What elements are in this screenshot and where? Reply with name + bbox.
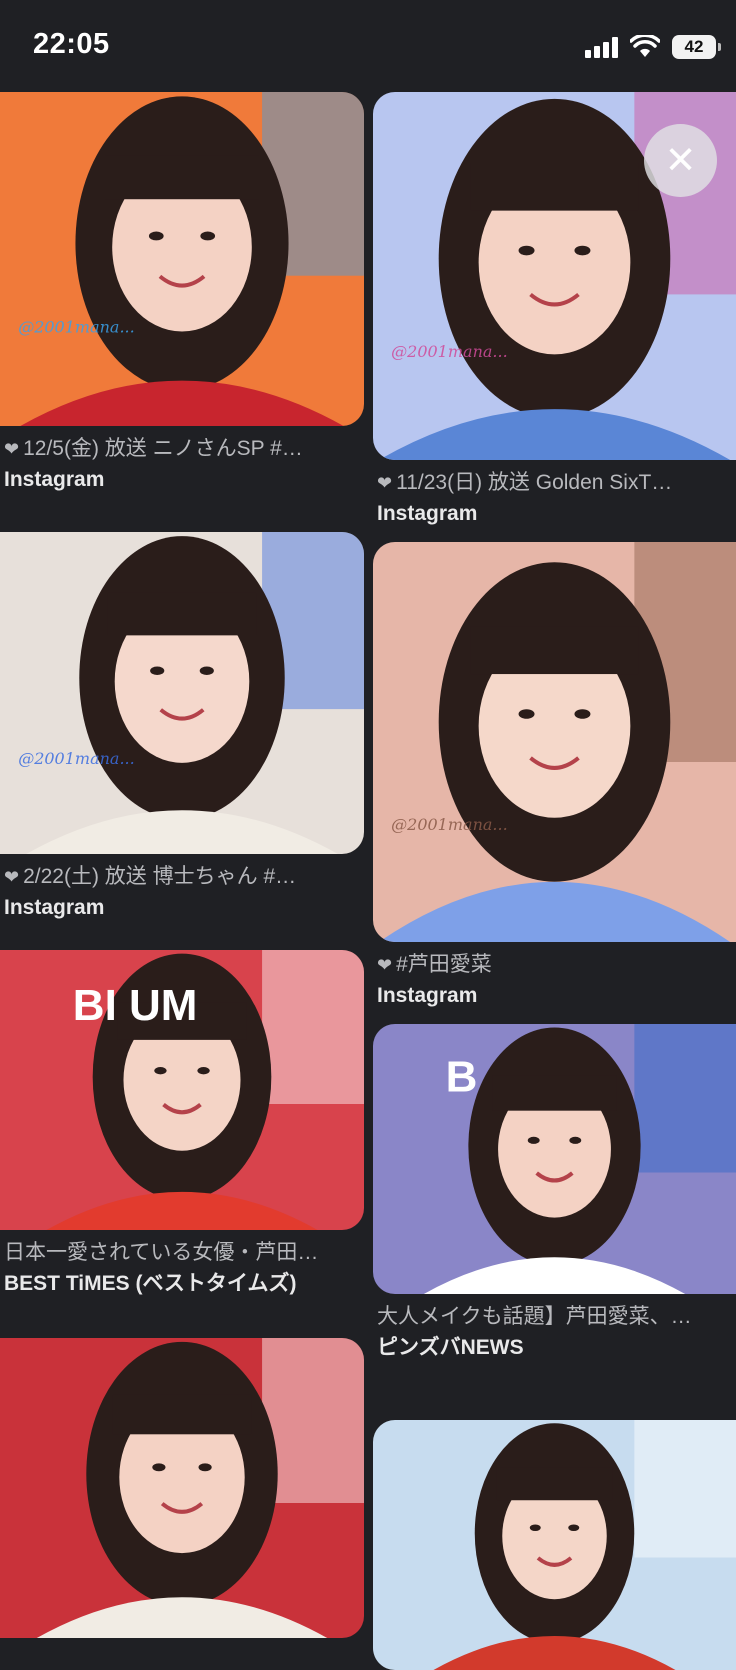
wifi-icon (630, 35, 660, 57)
bangs-shape (470, 626, 639, 675)
heart-icon: ❤ (377, 473, 393, 493)
bangs-shape (496, 1467, 613, 1501)
backdrop-shape (262, 950, 364, 1104)
eye-shape (199, 666, 214, 676)
bangs-shape (470, 162, 639, 211)
backdrop-shape (634, 1024, 736, 1173)
image-result-card[interactable]: @2001mana... ❤ 2/22(土) 放送 博士ちゃん #… Instag… (0, 532, 364, 950)
results-column-right: @2001mana... ❤ 11/23(日) 放送 Golden SixT… I… (373, 92, 736, 1670)
bangs-shape (107, 592, 257, 636)
eye-shape (568, 1524, 580, 1532)
result-source[interactable]: ピンズバNEWS (373, 1332, 736, 1364)
image-thumbnail[interactable]: @2001mana... (373, 542, 736, 942)
status-time: 22:05 (33, 28, 110, 60)
watermark-text: @2001mana... (18, 317, 135, 336)
eye-shape (197, 1066, 210, 1075)
backdrop-shape (634, 1420, 736, 1558)
eye-shape (148, 231, 164, 241)
image-result-card[interactable]: @2001mana... ❤ #芦田愛菜 Instagram (373, 542, 736, 1020)
eye-shape (152, 1463, 166, 1472)
eye-shape (150, 666, 165, 676)
eye-shape (569, 1136, 582, 1144)
results-column-left: @2001mana... ❤ 12/5(金) 放送 ニノさんSP #… Insta… (0, 92, 364, 1638)
eye-shape (529, 1524, 541, 1532)
eye-shape (518, 245, 535, 256)
backdrop-logo-text: B (446, 1053, 478, 1102)
image-thumbnail[interactable]: B (373, 1024, 736, 1294)
image-result-card[interactable]: @2001mana... ❤ 12/5(金) 放送 ニノさんSP #… Insta… (0, 92, 364, 518)
heart-icon: ❤ (4, 867, 20, 887)
watermark-text: @2001mana... (391, 815, 508, 834)
eye-shape (518, 709, 535, 719)
result-source[interactable]: Instagram (373, 498, 736, 530)
result-source[interactable]: BEST TiMES (ベストタイムズ) (0, 1268, 364, 1300)
image-result-card[interactable]: B 大人メイクも話題】芦田愛菜、… ピンズバNEWS (373, 1024, 736, 1384)
result-caption[interactable]: ❤ 11/23(日) 放送 Golden SixT… (373, 468, 717, 498)
cellular-signal-icon (585, 36, 618, 58)
bangs-shape (112, 1394, 252, 1435)
battery-level: 42 (684, 37, 704, 56)
image-thumbnail[interactable]: @2001mana... (0, 92, 364, 426)
result-caption[interactable]: ❤ 12/5(金) 放送 ニノさんSP #… (0, 434, 344, 464)
image-thumbnail[interactable] (0, 1338, 364, 1638)
watermark-text: @2001mana... (18, 749, 135, 768)
result-caption[interactable]: ❤ #芦田愛菜 (373, 950, 717, 980)
battery-icon: 42 (672, 35, 721, 59)
bangs-shape (104, 155, 260, 200)
image-thumbnail[interactable]: BI UM (0, 950, 364, 1230)
result-source[interactable]: Instagram (0, 892, 364, 924)
bangs-shape (492, 1075, 617, 1111)
result-caption[interactable]: 大人メイクも話題】芦田愛菜、… (373, 1302, 717, 1332)
result-source[interactable]: Instagram (373, 980, 736, 1012)
heart-icon: ❤ (4, 439, 20, 459)
eye-shape (200, 231, 216, 241)
result-source[interactable]: Instagram (0, 464, 364, 496)
eye-shape (574, 245, 591, 256)
image-thumbnail[interactable]: @2001mana... (0, 532, 364, 854)
heart-icon: ❤ (377, 955, 393, 975)
watermark-text: @2001mana... (391, 342, 508, 361)
image-thumbnail[interactable] (373, 1420, 736, 1670)
status-bar: 22:05 42 (0, 0, 736, 90)
image-result-card[interactable] (0, 1338, 364, 1638)
image-result-card[interactable]: BI UM 日本一愛されている女優・芦田… BEST TiMES (ベストタイム… (0, 950, 364, 1320)
eye-shape (154, 1066, 167, 1075)
image-result-card[interactable] (373, 1420, 736, 1670)
close-button[interactable]: ✕ (644, 124, 717, 197)
result-caption[interactable]: ❤ 2/22(土) 放送 博士ちゃん #… (0, 862, 344, 892)
eye-shape (527, 1136, 540, 1144)
eye-shape (574, 709, 591, 719)
status-icons: 42 (585, 30, 721, 64)
result-caption[interactable]: 日本一愛されている女優・芦田… (0, 1238, 344, 1268)
close-icon: ✕ (664, 139, 697, 182)
eye-shape (198, 1463, 212, 1472)
backdrop-logo-text: BI UM (73, 981, 198, 1030)
